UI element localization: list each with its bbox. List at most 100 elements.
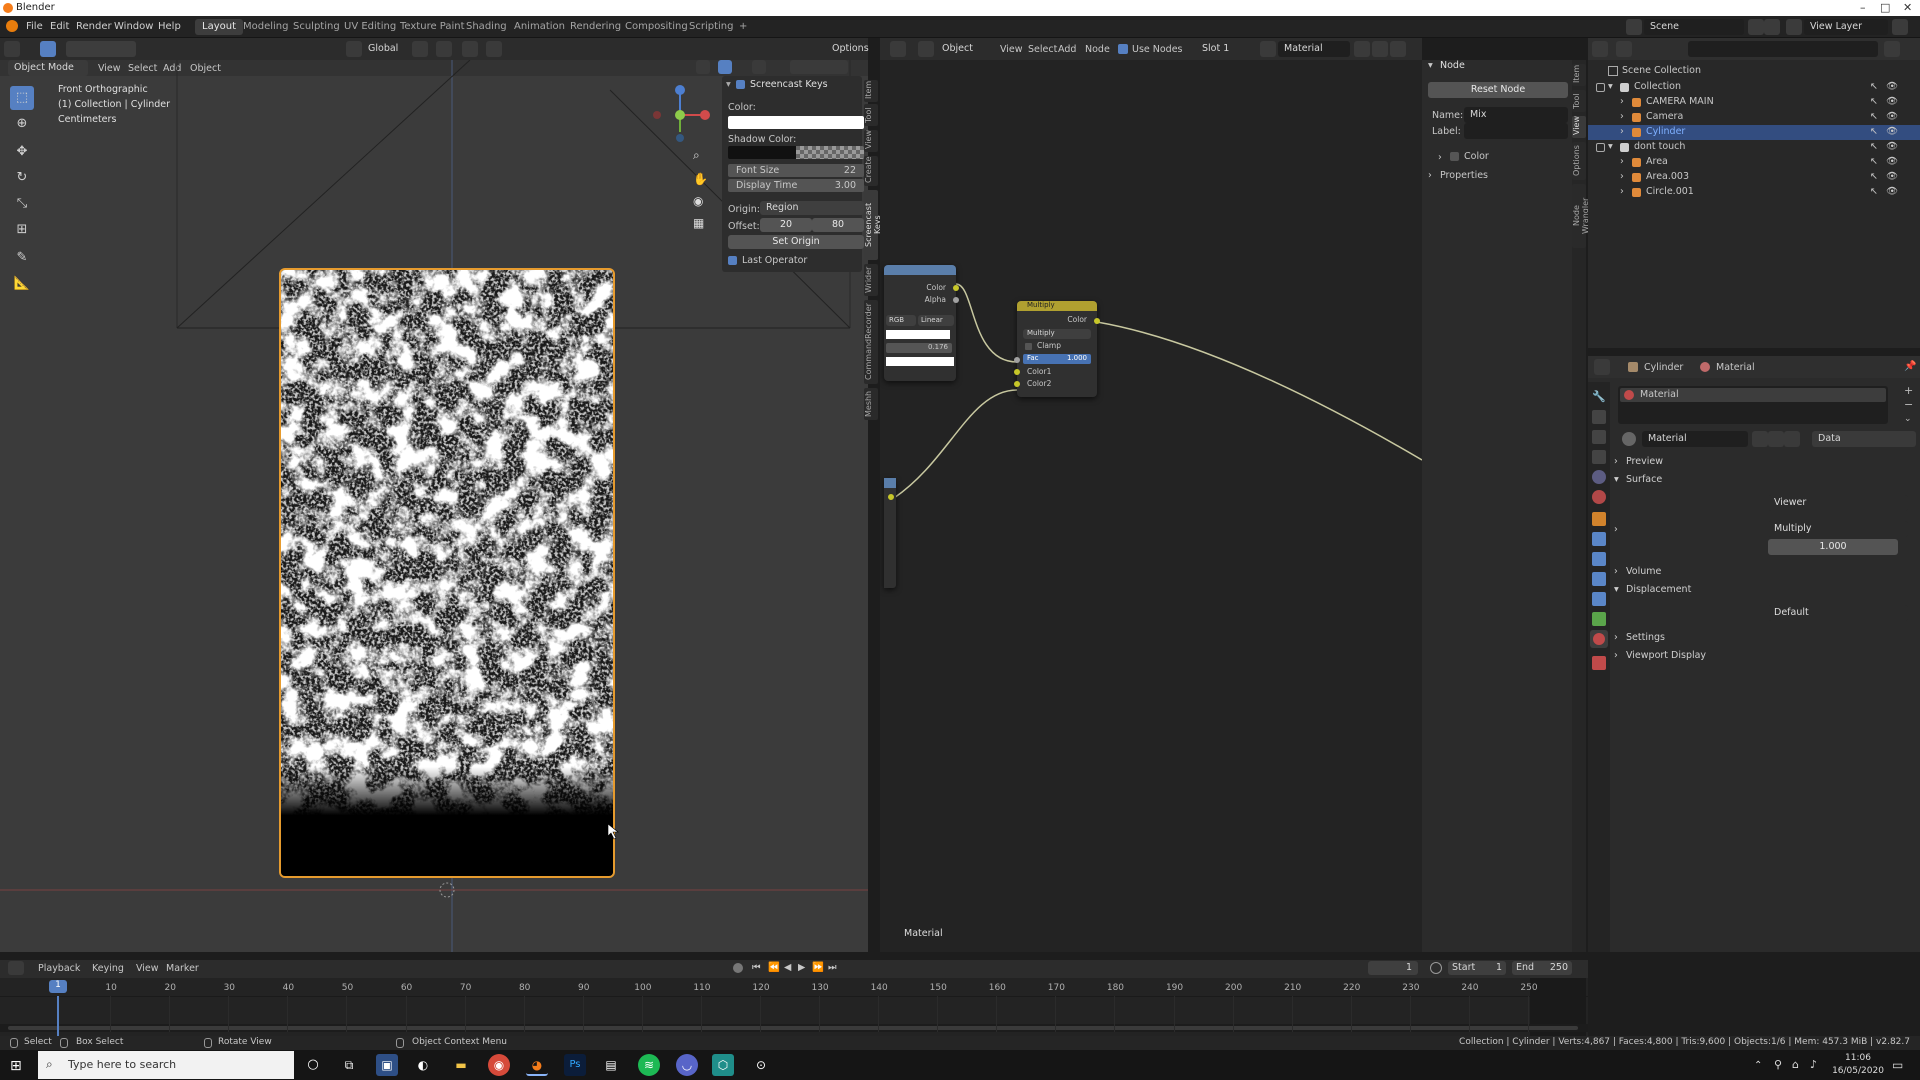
color-swatch[interactable] bbox=[728, 116, 864, 129]
shader-type-icon[interactable] bbox=[918, 41, 934, 57]
tray-volume-icon[interactable]: ♪ bbox=[1810, 1058, 1817, 1071]
clamp-checkbox[interactable] bbox=[1025, 343, 1032, 350]
tab-meshh[interactable]: Meshh bbox=[864, 388, 878, 420]
origin-dropdown[interactable]: Region bbox=[760, 201, 864, 215]
pan-icon[interactable]: ✋ bbox=[693, 172, 708, 186]
outliner-expand-icon[interactable]: ▾ bbox=[1608, 81, 1613, 92]
preview-range-icon[interactable] bbox=[1430, 962, 1442, 974]
tab-wrider[interactable]: Wrider bbox=[864, 264, 878, 296]
tab-screencast-keys[interactable]: Screencast Keys bbox=[864, 190, 882, 260]
image-texture-node[interactable]: Color Alpha RGB Linear 0.176 bbox=[884, 265, 959, 381]
tray-network-icon[interactable]: ⌂ bbox=[1792, 1058, 1799, 1071]
select-mode-icon[interactable] bbox=[40, 41, 56, 57]
mix-out-socket[interactable] bbox=[1094, 318, 1100, 324]
slot-menu-icon[interactable]: ⌄ bbox=[1904, 414, 1912, 424]
material-unlink-icon[interactable] bbox=[1784, 431, 1800, 447]
last-operator-checkbox[interactable] bbox=[728, 256, 737, 265]
fake-user-icon[interactable] bbox=[1354, 41, 1370, 57]
world-tab-icon[interactable] bbox=[1592, 490, 1606, 504]
menu-help[interactable]: Help bbox=[158, 21, 181, 32]
set-origin-button[interactable]: Set Origin bbox=[728, 235, 864, 249]
node-tab-item[interactable]: Item bbox=[1572, 64, 1586, 86]
preview-section-arrow-icon[interactable]: › bbox=[1614, 456, 1618, 467]
color-section-arrow-icon[interactable]: › bbox=[1438, 152, 1442, 163]
selectable-icon[interactable]: ↖ bbox=[1870, 81, 1878, 92]
windows-start-icon[interactable]: ⊞ bbox=[10, 1058, 22, 1074]
output-tab-icon[interactable] bbox=[1592, 430, 1606, 444]
surface-section-arrow-icon[interactable]: ▾ bbox=[1614, 474, 1619, 485]
tab-view[interactable]: View bbox=[864, 130, 878, 152]
outliner-type-icon[interactable] bbox=[1592, 41, 1608, 57]
node-tab-tool[interactable]: Tool bbox=[1572, 90, 1586, 112]
options-dropdown[interactable]: Options bbox=[826, 41, 869, 57]
cursor-icon[interactable]: ⊕ bbox=[10, 112, 34, 136]
navigation-gizmo[interactable] bbox=[645, 80, 715, 150]
volume-section[interactable]: Volume bbox=[1626, 566, 1661, 577]
current-frame-field[interactable]: 1 bbox=[1368, 961, 1418, 975]
material-datablock-field[interactable]: Material bbox=[1642, 431, 1748, 447]
displacement-section[interactable]: Displacement bbox=[1626, 584, 1691, 595]
move-icon[interactable]: ✥ bbox=[10, 140, 34, 164]
tex-color-socket[interactable] bbox=[953, 285, 959, 291]
modifier-tab-icon[interactable] bbox=[1592, 532, 1606, 546]
maximize-icon[interactable]: □ bbox=[1880, 1, 1890, 14]
timeline-menu-view[interactable]: View bbox=[136, 963, 159, 974]
slot-dropdown[interactable]: Slot 1 bbox=[1196, 41, 1254, 57]
material-fake-user-icon[interactable] bbox=[1752, 431, 1768, 447]
editor-type-icon[interactable] bbox=[4, 41, 20, 57]
timeline-menu-marker[interactable]: Marker bbox=[166, 963, 199, 974]
tool-tab-icon[interactable]: 🔧 bbox=[1592, 390, 1606, 404]
offset-x-field[interactable]: 20 bbox=[760, 218, 812, 232]
viewport-display-section[interactable]: Viewport Display bbox=[1626, 650, 1706, 661]
volume-section-arrow-icon[interactable]: › bbox=[1614, 566, 1618, 577]
new-scene-icon[interactable] bbox=[1748, 19, 1764, 35]
outliner-expand-icon[interactable]: › bbox=[1620, 156, 1624, 167]
jump-end-icon[interactable]: ⏭ bbox=[828, 962, 837, 973]
rotate-icon[interactable]: ↻ bbox=[10, 166, 34, 190]
calculator-icon[interactable]: ▤ bbox=[600, 1054, 622, 1076]
add-slot-icon[interactable]: + bbox=[1904, 384, 1913, 397]
menu-file[interactable]: File bbox=[26, 21, 43, 32]
tex-color-mode[interactable]: RGB bbox=[886, 315, 916, 326]
delete-scene-icon[interactable] bbox=[1764, 19, 1780, 35]
outliner-row[interactable]: › Circle.001 ↖ 👁 bbox=[1588, 185, 1920, 200]
visibility-eye-icon[interactable]: 👁 bbox=[1886, 111, 1898, 122]
link-data-dropdown[interactable]: Data bbox=[1812, 431, 1916, 447]
material-browse-icon[interactable] bbox=[1622, 432, 1636, 446]
reset-node-button[interactable]: Reset Node bbox=[1428, 82, 1568, 98]
material-tab-icon[interactable] bbox=[1590, 630, 1608, 648]
color2-socket[interactable] bbox=[1014, 381, 1020, 387]
transform-icon[interactable]: ⊞ bbox=[10, 218, 34, 242]
settings-section-arrow-icon[interactable]: › bbox=[1614, 632, 1618, 643]
filter-icon[interactable] bbox=[1884, 41, 1900, 57]
outliner-row[interactable]: › CAMERA MAIN ↖ 👁 bbox=[1588, 95, 1920, 110]
selectable-icon[interactable]: ↖ bbox=[1870, 141, 1878, 152]
snap-target-icon[interactable] bbox=[462, 41, 478, 57]
collapse-arrow-icon[interactable]: ▾ bbox=[726, 79, 731, 90]
next-keyframe-icon[interactable]: ⏩ bbox=[812, 962, 824, 973]
taskbar-date[interactable]: 16/05/2020 bbox=[1832, 1066, 1884, 1076]
spotify-icon[interactable]: ≋ bbox=[638, 1054, 660, 1076]
shadow-alpha-swatch[interactable] bbox=[796, 146, 864, 159]
view-layer-tab-icon[interactable] bbox=[1592, 450, 1606, 464]
app-icon-1[interactable]: ▣ bbox=[376, 1054, 398, 1076]
tex-alpha-socket[interactable] bbox=[953, 297, 959, 303]
material-slot-item[interactable]: Material bbox=[1620, 388, 1886, 402]
selectable-icon[interactable]: ↖ bbox=[1870, 186, 1878, 197]
node-menu-add[interactable]: Add bbox=[1058, 44, 1076, 55]
play-icon[interactable]: ▶ bbox=[798, 962, 805, 973]
pivot-icon[interactable] bbox=[412, 41, 428, 57]
menu-render[interactable]: Render bbox=[76, 21, 112, 32]
use-nodes-checkbox[interactable] bbox=[1118, 44, 1128, 54]
display-mode-icon[interactable] bbox=[1616, 41, 1632, 57]
discord-icon[interactable]: ◡ bbox=[676, 1054, 698, 1076]
view-layer-selector[interactable]: View Layer bbox=[1804, 19, 1888, 35]
tab-command-recorder[interactable]: CommandRecorder bbox=[864, 300, 878, 384]
menu-edit[interactable]: Edit bbox=[50, 21, 69, 32]
playhead[interactable] bbox=[57, 996, 59, 1036]
shader-node-editor[interactable]: Color Alpha RGB Linear 0.176 Multiply Co… bbox=[880, 60, 1422, 952]
pin-icon[interactable]: 📌 bbox=[1904, 361, 1916, 372]
prev-keyframe-icon[interactable]: ⏪ bbox=[768, 962, 780, 973]
ortho-toggle-icon[interactable]: ▦ bbox=[693, 216, 704, 230]
outliner-expand-icon[interactable]: › bbox=[1620, 186, 1624, 197]
